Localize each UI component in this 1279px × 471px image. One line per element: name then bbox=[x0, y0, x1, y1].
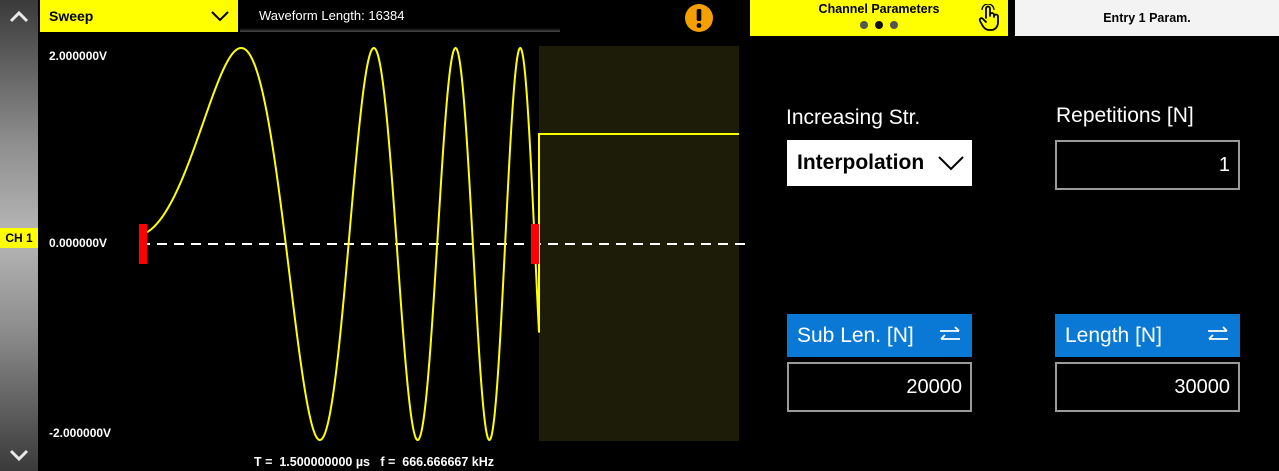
hand-pointer-icon bbox=[978, 4, 999, 31]
page-dot bbox=[890, 21, 898, 29]
repetitions-label: Repetitions [N] bbox=[1056, 104, 1194, 127]
waveform-type-dropdown[interactable]: Sweep bbox=[40, 0, 238, 32]
period-frequency-readout: T = 1.500000000 µs f = 666.666667 kHz bbox=[254, 455, 495, 469]
swap-icon bbox=[1208, 326, 1228, 340]
page-dot bbox=[860, 21, 868, 29]
chevron-down-icon bbox=[938, 156, 964, 171]
repetitions-field[interactable]: 1 bbox=[1055, 140, 1240, 190]
end-marker bbox=[531, 224, 539, 264]
sub-length-field[interactable]: 20000 bbox=[787, 362, 972, 412]
increasing-strategy-label: Increasing Str. bbox=[786, 106, 921, 129]
y-axis-max-label: 2.000000V bbox=[49, 49, 108, 63]
waveform-length-readout: Waveform Length: 16384 bbox=[240, 0, 560, 32]
swap-icon bbox=[940, 326, 960, 340]
increasing-strategy-value: Interpolation bbox=[797, 151, 925, 174]
start-marker bbox=[139, 224, 147, 264]
channel-tag[interactable]: CH 1 bbox=[0, 228, 38, 248]
sub-length-button[interactable]: Sub Len. [N] bbox=[787, 314, 972, 357]
tab-entry-param[interactable]: Entry 1 Param. bbox=[1015, 0, 1279, 36]
tab-channel-parameters[interactable]: Channel Parameters bbox=[750, 0, 1008, 36]
waveform-type-value: Sweep bbox=[49, 8, 94, 24]
length-button[interactable]: Length [N] bbox=[1055, 314, 1240, 357]
chevron-up-icon[interactable] bbox=[8, 6, 30, 28]
page-dot-active bbox=[875, 21, 883, 29]
y-axis-min-label: -2.000000V bbox=[49, 426, 112, 440]
tab-channel-parameters-label: Channel Parameters bbox=[818, 2, 940, 16]
increasing-strategy-dropdown[interactable]: Interpolation bbox=[787, 140, 972, 186]
sub-length-label: Sub Len. [N] bbox=[797, 324, 914, 347]
length-label: Length [N] bbox=[1065, 324, 1162, 347]
chevron-down-icon bbox=[211, 11, 229, 22]
length-field[interactable]: 30000 bbox=[1055, 362, 1240, 412]
chevron-down-icon[interactable] bbox=[8, 444, 30, 466]
y-axis-zero-label: 0.000000V bbox=[49, 236, 108, 250]
warning-icon[interactable] bbox=[684, 3, 714, 33]
waveform-plot[interactable] bbox=[40, 36, 750, 456]
